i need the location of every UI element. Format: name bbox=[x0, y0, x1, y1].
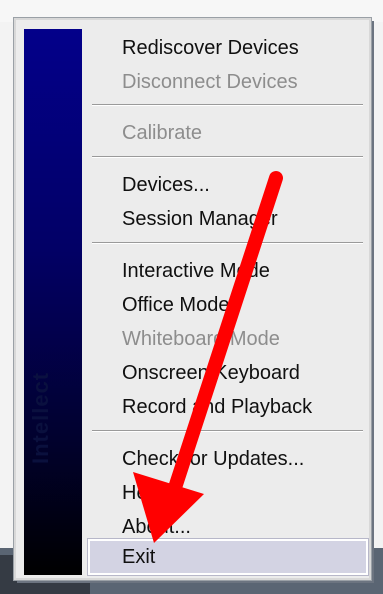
menu-item-interactive-mode[interactable]: Interactive Mode bbox=[122, 254, 270, 288]
menu-item-whiteboard-mode: Whiteboard Mode bbox=[122, 328, 280, 350]
menu-item-devices[interactable]: Devices... bbox=[122, 168, 210, 202]
menu-banner: Intellect bbox=[24, 29, 82, 575]
menu-separator bbox=[92, 242, 363, 244]
banner-text: Intellect bbox=[28, 371, 53, 464]
menu-item-record-and-playback[interactable]: Record and Playback bbox=[122, 390, 312, 424]
menu-separator bbox=[92, 156, 363, 158]
menu-separator bbox=[92, 430, 363, 432]
menu-item-rediscover-devices[interactable]: Rediscover Devices bbox=[122, 31, 299, 65]
menu-separator bbox=[92, 104, 363, 106]
menu-item-onscreen-keyboard[interactable]: Onscreen Keyboard bbox=[122, 356, 300, 390]
menu-item-exit[interactable]: Exit bbox=[122, 540, 155, 574]
menu-item-session-manager[interactable]: Session Manager bbox=[122, 202, 278, 236]
menu-item-help[interactable]: Help bbox=[122, 476, 163, 510]
menu-item-check-for-updates[interactable]: Check for Updates... bbox=[122, 442, 304, 476]
tray-context-menu: Intellect Rediscover Devices Disconnect … bbox=[14, 18, 371, 580]
menu-item-calibrate: Calibrate bbox=[122, 122, 203, 144]
menu-item-disconnect-devices: Disconnect Devices bbox=[122, 71, 298, 93]
menu-item-office-mode[interactable]: Office Mode bbox=[122, 288, 229, 322]
